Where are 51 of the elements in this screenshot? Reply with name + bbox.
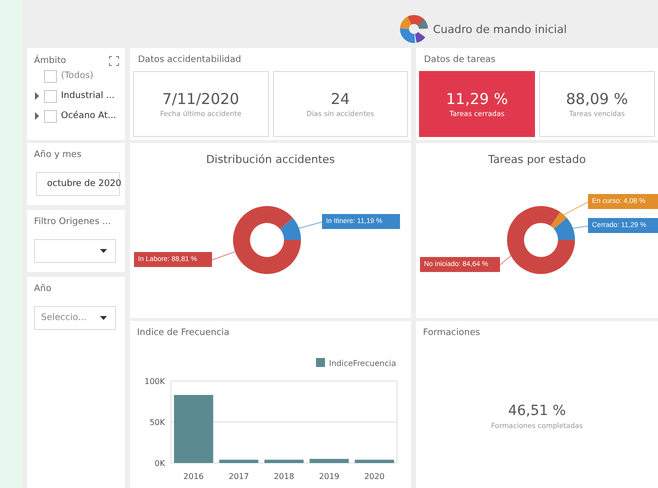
kpi-value: 46,51 % [508,403,566,419]
fullscreen-icon[interactable] [109,56,119,66]
y-axis-label: 100K [144,377,165,386]
checkbox[interactable] [44,90,57,102]
x-axis-label: 2016 [183,472,204,481]
filter-title: Año y mes [34,150,82,160]
dropdown-field[interactable] [34,239,116,263]
legend-label: IndiceFrecuencia [329,359,396,368]
kpi-value: 7/11/2020 [162,90,240,108]
leader-line [212,251,236,260]
scope-item-label[interactable]: (Todos) [61,71,94,81]
panel-title: Ámbito [34,56,66,66]
kpi-value: 11,29 % [446,90,508,108]
bar [264,460,304,463]
scope-item-label[interactable]: Océano At... [61,111,116,121]
y-axis-label: 0K [154,459,165,468]
filter-title: Filtro Origenes ... [34,217,112,227]
filter-title: Año [34,284,52,294]
leader-line [572,226,588,229]
dropdown-caret-icon [100,316,107,320]
leader-line [563,202,588,216]
x-axis-label: 2019 [319,472,340,481]
x-axis-label: 2017 [228,472,249,481]
dropdown-field[interactable]: Seleccio... [34,306,116,330]
leader-line [500,255,512,266]
dropdown-caret-icon [100,249,107,253]
bar [354,460,394,463]
chart-title: Indice de Frecuencia [137,328,230,338]
bar [310,458,349,463]
chart-title: Tareas por estado [487,153,587,166]
chart-legend: IndiceFrecuencia [316,358,396,368]
donut-logo-icon [400,15,428,43]
bar [174,394,214,463]
leader-line [298,222,322,229]
x-axis-label: 2020 [364,472,385,481]
dashboard-title: Cuadro de mando inicial [433,22,567,36]
panel-title: Formaciones [423,328,482,338]
y-axis-label: 50K [150,418,165,427]
chart-title: Distribución accidentes [205,153,336,166]
bar [219,460,258,463]
kpi-value: 24 [330,90,350,108]
panel-title: Datos accidentabilidad [137,55,242,65]
kpi-value: 88,09 % [566,90,628,108]
expand-arrow-icon[interactable] [34,112,40,120]
checkbox[interactable] [44,110,57,122]
checkbox[interactable] [44,70,57,82]
scope-item-label[interactable]: Industrial ... [61,91,115,101]
date-field[interactable]: octubre de 2020 [36,172,120,196]
expand-arrow-icon[interactable] [34,92,40,100]
x-axis-label: 2018 [274,472,294,481]
panel-title: Datos de tareas [423,55,496,65]
